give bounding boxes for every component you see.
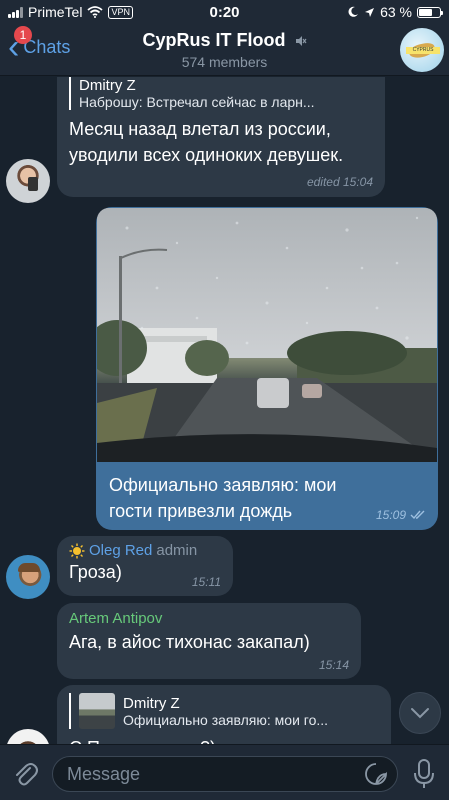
voice-button[interactable]: [410, 757, 438, 791]
message-time: 15:14: [318, 658, 349, 672]
double-check-icon: [410, 510, 425, 520]
location-arrow-icon: [365, 7, 375, 17]
paperclip-icon: [16, 763, 38, 786]
sticker-icon: [365, 763, 387, 785]
status-left: PrimeTel VPN: [8, 4, 133, 20]
reply-thumbnail: [79, 693, 115, 729]
message-photo[interactable]: [97, 208, 437, 462]
sender-name[interactable]: Artem Antipov: [69, 610, 349, 627]
group-avatar-text: CYPRUS: [406, 47, 440, 54]
moon-icon: [348, 6, 359, 17]
message-bubble[interactable]: Официально заявляю: мои гости привезли д…: [96, 207, 438, 530]
microphone-icon: [414, 759, 434, 788]
reply-author: Dmitry Z: [123, 694, 180, 712]
chat-title: CypRus IT Flood: [0, 30, 449, 51]
message-input[interactable]: [52, 756, 398, 792]
chat-title-text: CypRus IT Flood: [142, 30, 286, 50]
avatar[interactable]: [6, 159, 50, 203]
status-bar: PrimeTel VPN 0:20 63 %: [0, 0, 449, 24]
reply-author: Dmitry Z: [79, 77, 136, 94]
sender-line: Oleg Red admin: [69, 542, 221, 559]
message-time: 15:11: [191, 575, 221, 589]
reply-preview[interactable]: Dmitry Z Наброшу: Встречал сейчас в ларн…: [69, 77, 373, 110]
message-time: 15:09: [375, 508, 406, 522]
message-list[interactable]: Dmitry Z Наброшу: Встречал сейчас в ларн…: [0, 77, 449, 744]
message-meta: 15:09: [376, 508, 426, 522]
avatar[interactable]: [6, 729, 50, 744]
reply-preview[interactable]: Dmitry Z Официально заявляю: мои го...: [69, 693, 379, 729]
sender-name[interactable]: Oleg Red: [89, 542, 152, 559]
sticker-button[interactable]: [364, 762, 388, 786]
wifi-icon: [87, 6, 104, 18]
avatar[interactable]: [6, 555, 50, 599]
message-text: Месяц назад влетал из россии, уводили вс…: [69, 119, 344, 165]
attach-button[interactable]: [10, 759, 40, 789]
message-text: Ага, в айос тихонас закапал): [69, 632, 310, 652]
vpn-badge: VPN: [108, 5, 133, 19]
message-bubble[interactable]: Dmitry Z Наброшу: Встречал сейчас в ларн…: [57, 77, 385, 197]
chat-header: ‹ Chats 1 CypRus IT Flood 574 members CY…: [0, 24, 449, 76]
message-bubble[interactable]: Dmitry Z Официально заявляю: мои го... С…: [57, 685, 391, 744]
message-bubble[interactable]: Oleg Red admin Гроза) 15:11: [57, 536, 233, 596]
reply-snippet: Официально заявляю: мои го...: [123, 711, 329, 728]
sun-emoji-icon: [69, 543, 85, 558]
message-text: Официально заявляю: мои гости привезли д…: [109, 475, 337, 521]
mute-icon: [295, 36, 306, 47]
status-right: 63 %: [347, 4, 443, 20]
message-bubble[interactable]: Artem Antipov Ага, в айос тихонас закапа…: [57, 603, 361, 679]
admin-label: admin: [156, 542, 198, 559]
reply-snippet: Наброшу: Встречал сейчас в ларн...: [79, 94, 315, 110]
scroll-down-button[interactable]: [399, 692, 441, 734]
chevron-down-icon: [411, 708, 429, 719]
carrier-name: PrimeTel: [28, 4, 83, 20]
message-text: С Питера чтоль?): [69, 735, 379, 744]
group-avatar[interactable]: CYPRUS: [400, 28, 444, 72]
chat-title-area[interactable]: CypRus IT Flood 574 members: [0, 30, 449, 70]
message-time: edited 15:04: [306, 175, 373, 189]
rainy-road-photo: [97, 208, 437, 462]
member-count: 574 members: [181, 54, 268, 70]
composer: [0, 744, 449, 800]
battery-percent: 63 %: [380, 4, 412, 20]
signal-icon: [8, 6, 23, 18]
battery-icon: [417, 6, 443, 18]
